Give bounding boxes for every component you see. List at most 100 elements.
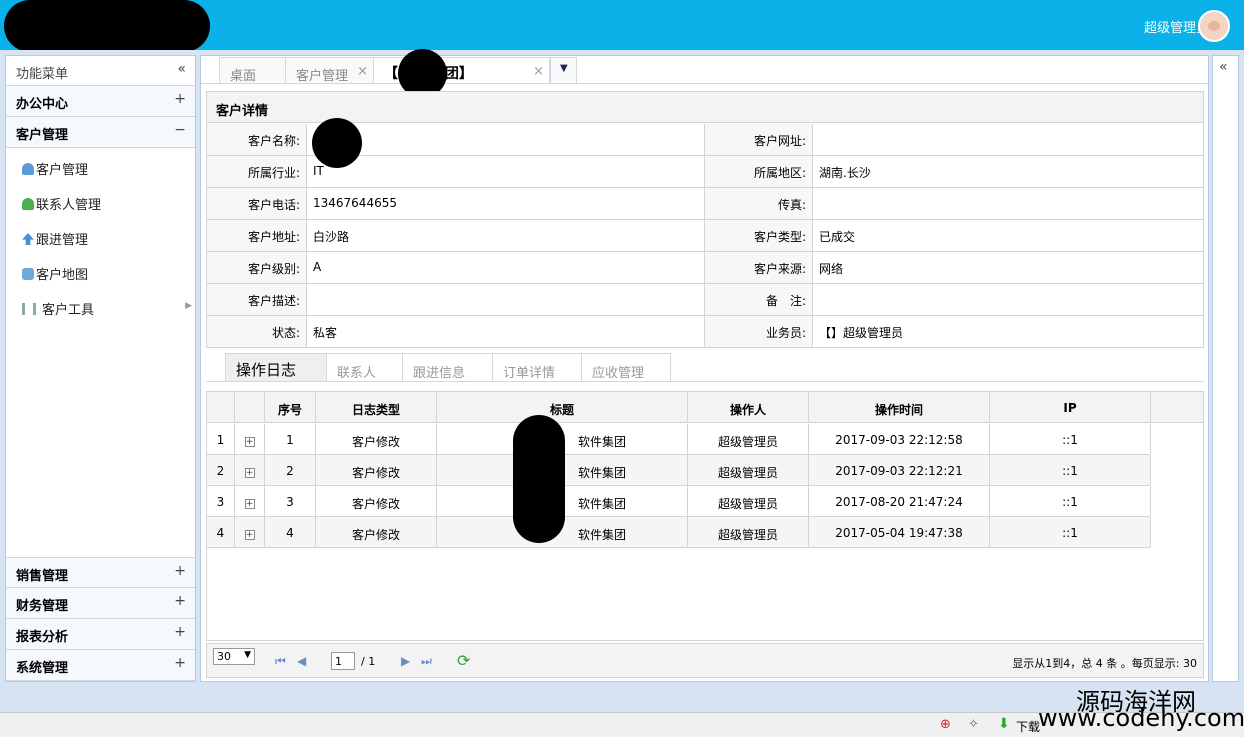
column-header[interactable]: IP xyxy=(990,392,1151,423)
tab-list-dropdown[interactable]: ▼ xyxy=(550,57,577,83)
tab-desktop[interactable]: 桌面 xyxy=(219,57,286,84)
expand-icon[interactable]: + xyxy=(174,593,186,609)
table-row[interactable]: 4 +4 客户修改 软件集团 超级管理员 2017-05-04 19:47:38::1 xyxy=(207,517,1151,548)
sidebar-item-label: 客户工具 xyxy=(42,303,95,318)
expand-row-icon[interactable]: + xyxy=(244,499,255,509)
expand-panel-icon[interactable]: « xyxy=(1219,59,1228,75)
sidebar-item-label: 跟进管理 xyxy=(36,233,89,248)
map-icon xyxy=(22,268,34,280)
detail-row: 客户描述: 备 注: xyxy=(207,284,1203,316)
total-pages: / 1 xyxy=(361,655,376,668)
expand-row-icon[interactable]: + xyxy=(244,468,255,478)
column-header[interactable]: 标题 xyxy=(437,392,688,423)
table-cell: 4 xyxy=(265,517,316,547)
table-row[interactable]: 2 +2 客户修改 软件集团 超级管理员 2017-09-03 22:12:21::1 xyxy=(207,455,1151,486)
field-value xyxy=(307,284,705,315)
page-number-input[interactable]: 1 xyxy=(331,652,355,670)
table-cell: 1 xyxy=(207,424,235,454)
menu-group-reports[interactable]: 报表分析 + xyxy=(6,619,195,650)
page-number-value: 1 xyxy=(335,655,342,668)
detail-row: 状态: 私客 业务员: 【】超级管理员 xyxy=(207,316,1203,348)
menu-group-finance[interactable]: 财务管理 + xyxy=(6,588,195,619)
collapse-icon[interactable]: − xyxy=(174,122,186,138)
table-cell: + xyxy=(235,486,265,516)
column-header[interactable]: 操作时间 xyxy=(809,392,990,423)
last-page-icon[interactable]: ⏭ xyxy=(421,654,432,669)
expand-row-icon[interactable]: + xyxy=(244,530,255,540)
sidebar-item-tools[interactable]: 客户工具 ▶ xyxy=(22,299,192,319)
field-value: 湖南.长沙 xyxy=(819,166,871,180)
table-row[interactable]: 3 +3 客户修改 软件集团 超级管理员 2017-08-20 21:47:24::1 xyxy=(207,486,1151,517)
download-icon[interactable]: ⬇ xyxy=(998,716,1010,732)
sidebar-item-contacts[interactable]: 联系人管理 xyxy=(22,194,101,214)
field-value: 软件集团 xyxy=(307,124,705,155)
table-cell: 4 xyxy=(207,517,235,547)
refresh-icon[interactable]: ⟳ xyxy=(457,651,470,670)
field-value: 网络 xyxy=(819,262,844,276)
table-cell: 客户修改 xyxy=(316,486,437,516)
column-header[interactable]: 日志类型 xyxy=(316,392,437,423)
column-header-expand xyxy=(235,392,265,423)
subtab-contacts[interactable]: 联系人 xyxy=(326,353,403,381)
subtab-follow-up[interactable]: 跟进信息 xyxy=(402,353,493,381)
table-cell: 3 xyxy=(265,486,316,516)
next-page-icon[interactable]: ▶ xyxy=(401,654,410,668)
field-value xyxy=(813,188,1203,219)
subtab-label: 应收管理 xyxy=(592,366,645,381)
expand-icon[interactable]: + xyxy=(174,563,186,579)
menu-group-customer[interactable]: 客户管理 − xyxy=(6,117,195,148)
sidebar-item-label: 联系人管理 xyxy=(36,198,102,213)
table-cell: ::1 xyxy=(990,517,1151,547)
close-icon[interactable]: × xyxy=(357,64,368,79)
pagination-summary: 显示从1到4，总 4 条 。每页显示: 30 xyxy=(1012,657,1197,670)
detail-row: 客户地址: 白沙路 客户类型: 已成交 xyxy=(207,220,1203,252)
menu-group-sales[interactable]: 销售管理 + xyxy=(6,557,195,588)
column-header-filler xyxy=(1151,392,1203,423)
field-value: 私客 xyxy=(307,316,705,347)
column-header[interactable]: 序号 xyxy=(265,392,316,423)
table-cell: 2017-09-03 22:12:58 xyxy=(809,424,990,454)
table-cell: 超级管理员 xyxy=(688,486,809,516)
field-label: 客户来源: xyxy=(705,252,813,283)
expand-icon[interactable]: + xyxy=(174,655,186,671)
expand-icon[interactable]: + xyxy=(174,91,186,107)
follow-up-icon xyxy=(22,233,34,245)
subtab-label: 操作日志 xyxy=(236,361,297,379)
field-value: 13467644655 xyxy=(307,188,705,219)
user-icon xyxy=(22,163,34,175)
prev-page-icon[interactable]: ◀ xyxy=(297,654,306,668)
subtab-orders[interactable]: 订单详情 xyxy=(492,353,582,381)
detail-row: 所属行业: IT 所属地区: 湖南.长沙 xyxy=(207,156,1203,188)
table-cell: 超级管理员 xyxy=(688,424,809,454)
expand-row-icon[interactable]: + xyxy=(244,437,255,447)
subtab-operation-log[interactable]: 操作日志 xyxy=(225,353,327,381)
sidebar-item-map[interactable]: 客户地图 xyxy=(22,264,88,284)
tab-customer-management[interactable]: 客户管理 × xyxy=(285,57,374,84)
menu-group-office[interactable]: 办公中心 + xyxy=(6,86,195,117)
tab-label: 桌面 xyxy=(230,69,257,84)
sidebar-collapse-icon[interactable]: « xyxy=(177,61,186,77)
field-label: 客户地址: xyxy=(207,220,307,251)
sidebar-item-customers[interactable]: 客户管理 xyxy=(22,159,88,179)
right-panel: « xyxy=(1212,55,1239,682)
pin-icon[interactable]: ✧ xyxy=(968,717,979,732)
table-row[interactable]: 1 +1 客户修改 软件集团 超级管理员 2017-09-03 22:12:58::1 xyxy=(207,424,1151,455)
table-cell: + xyxy=(235,455,265,485)
menu-group-system[interactable]: 系统管理 + xyxy=(6,650,195,681)
sidebar-item-label: 客户管理 xyxy=(36,163,89,178)
column-header[interactable]: 操作人 xyxy=(688,392,809,423)
download-label[interactable]: 下载 xyxy=(1016,718,1040,735)
first-page-icon[interactable]: ⏮ xyxy=(275,654,286,669)
field-label: 客户描述: xyxy=(207,284,307,315)
detail-row: 客户级别: A 客户来源: 网络 xyxy=(207,252,1203,284)
sidebar-item-followup[interactable]: 跟进管理 xyxy=(22,229,88,249)
avatar[interactable] xyxy=(1198,10,1230,42)
page-size-value: 30 xyxy=(217,650,231,663)
close-icon[interactable]: × xyxy=(533,64,544,79)
page-size-select[interactable]: 30 ▼ xyxy=(213,648,255,665)
chevron-down-icon: ▼ xyxy=(560,63,568,74)
expand-icon[interactable]: + xyxy=(174,624,186,640)
table-cell: 客户修改 xyxy=(316,455,437,485)
subtab-receivables[interactable]: 应收管理 xyxy=(581,353,671,381)
menu-group-label: 财务管理 xyxy=(16,599,69,614)
